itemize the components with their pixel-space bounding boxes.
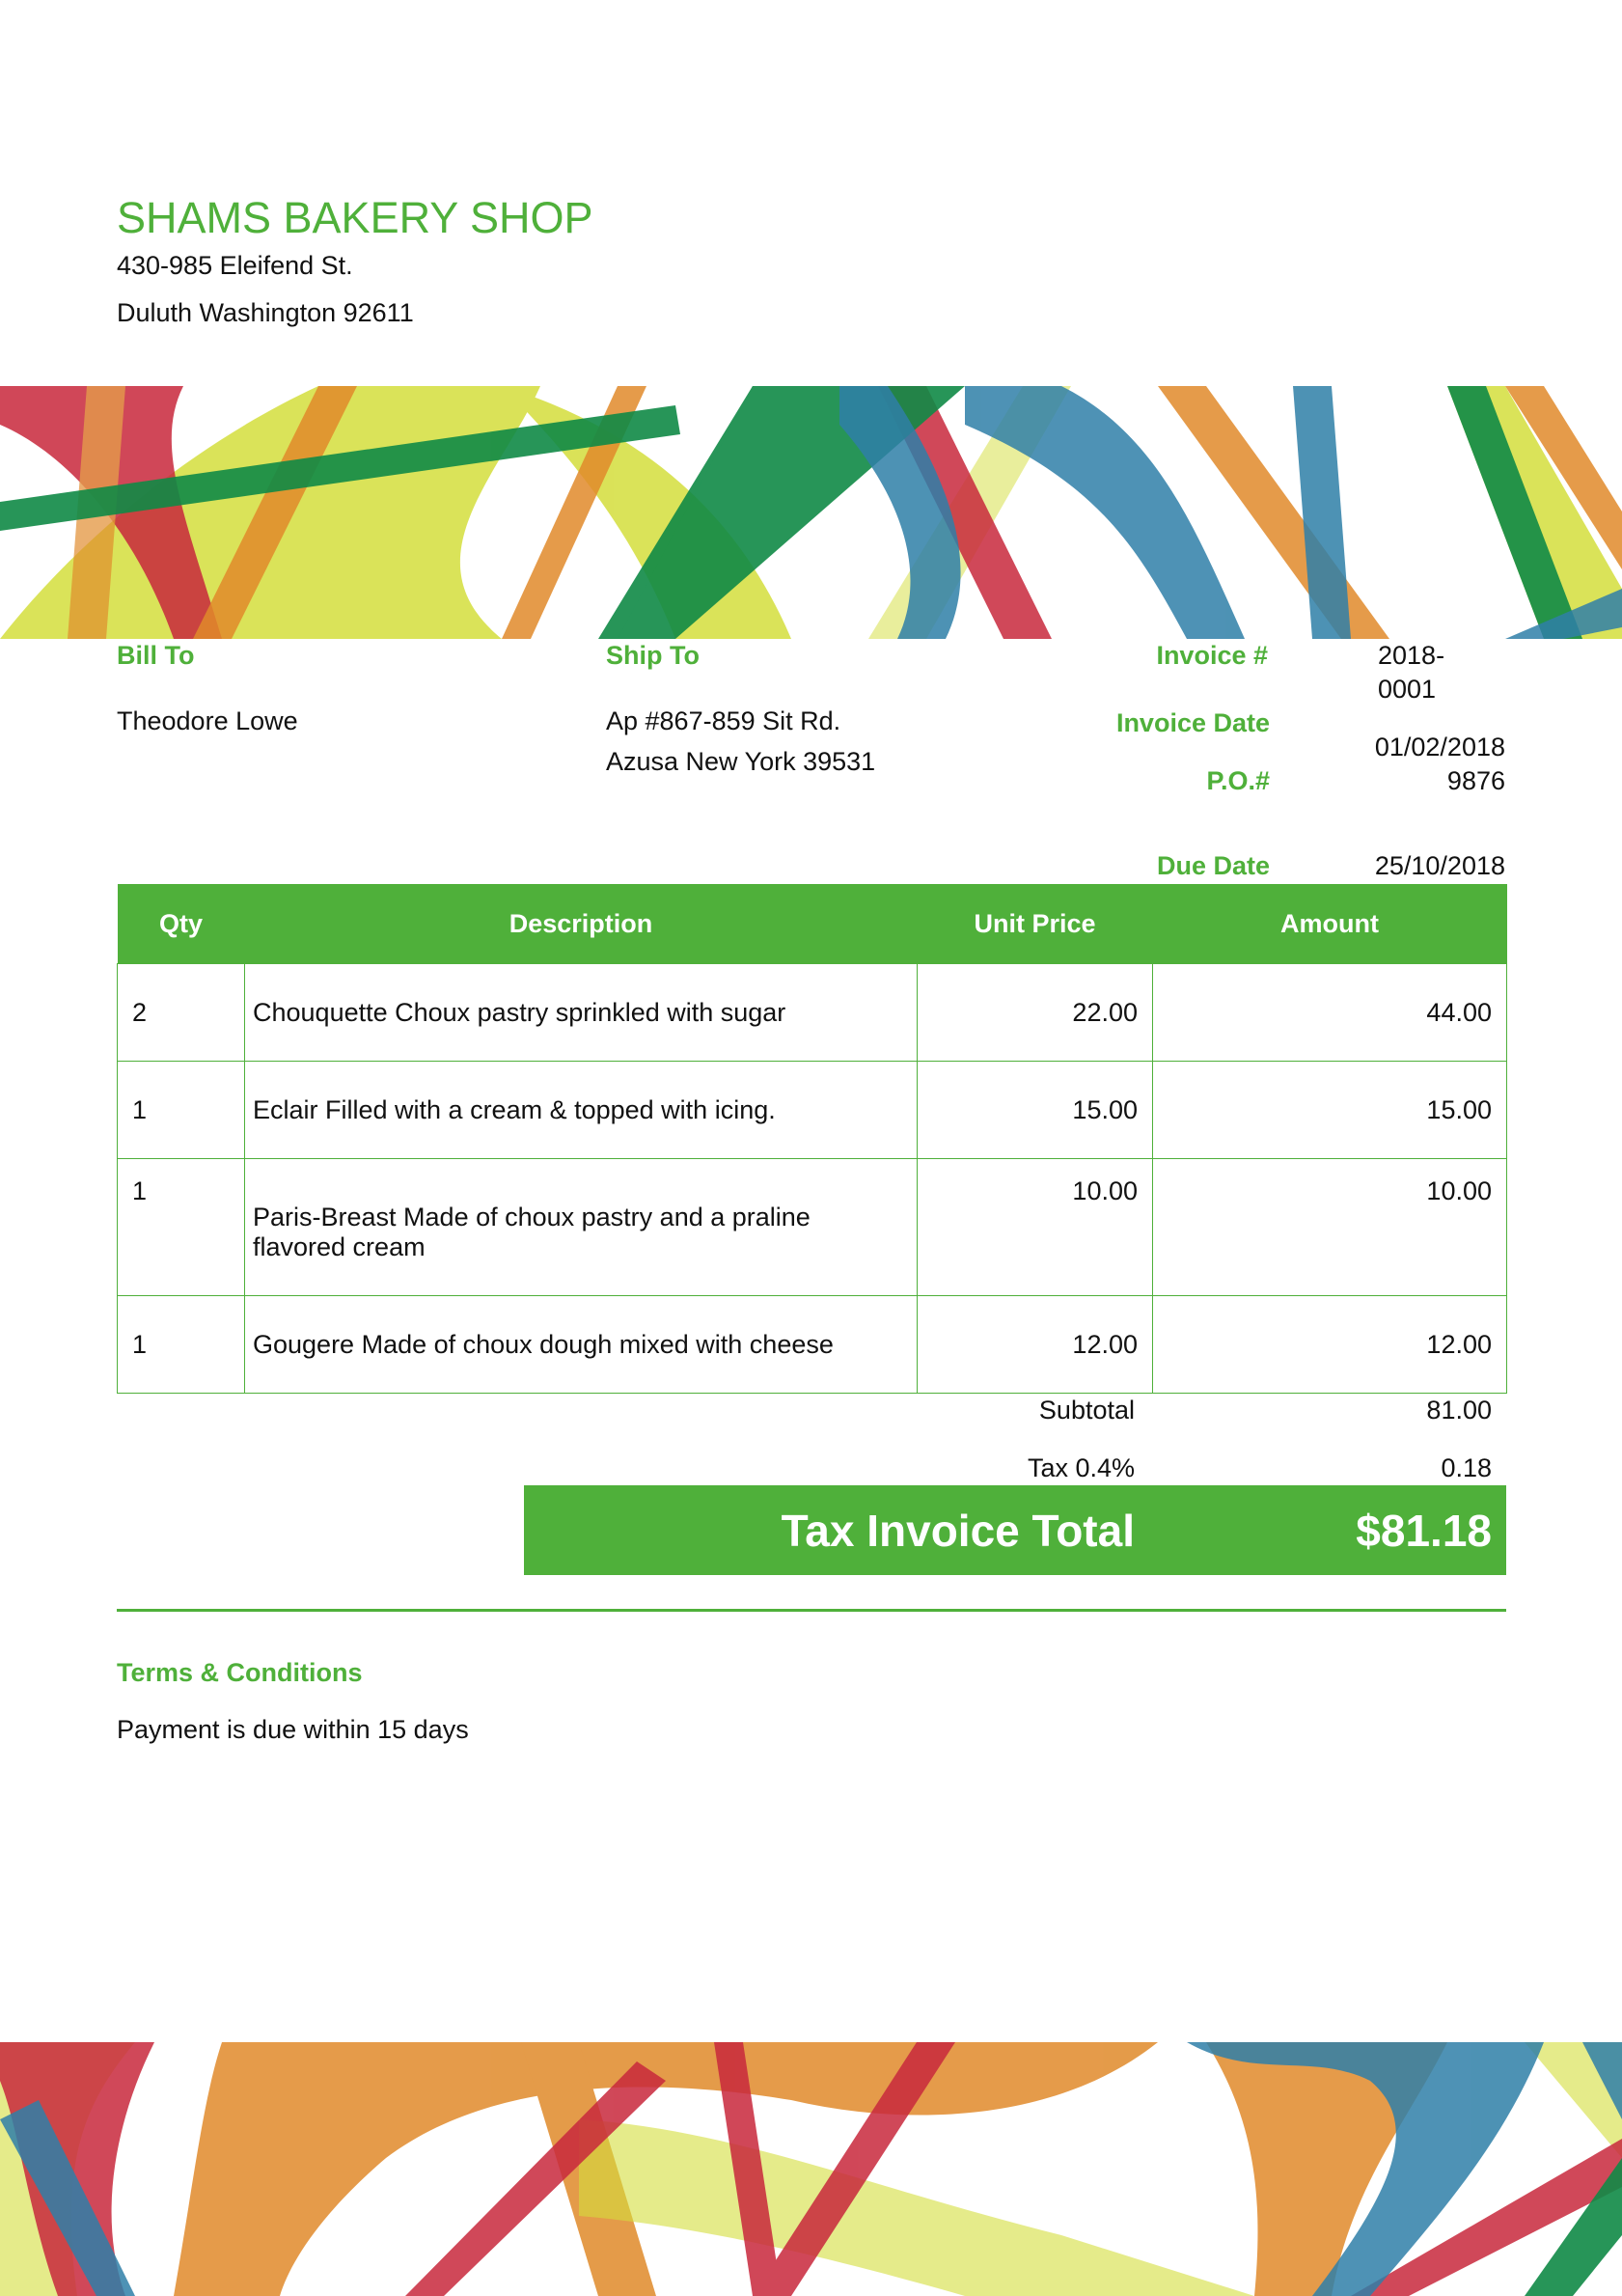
row-unit-price: 22.00 (917, 963, 1153, 1062)
row-amount: 12.00 (1152, 1295, 1507, 1394)
header-qty: Qty (117, 884, 245, 964)
row-qty: 2 (117, 963, 245, 1062)
company-address-line2: Duluth Washington 92611 (117, 298, 414, 327)
terms-text: Payment is due within 15 days (117, 1715, 469, 1744)
terms-label: Terms & Conditions (117, 1658, 363, 1687)
table-row: 2 Chouquette Choux pastry sprinkled with… (117, 963, 1507, 1062)
due-date-value: 25/10/2018 (1374, 851, 1505, 880)
top-decorative-band (0, 386, 1622, 639)
total-bar: Tax Invoice Total $81.18 (524, 1485, 1506, 1575)
ship-to-label: Ship To (606, 641, 700, 670)
subtotal-value: 81.00 (1426, 1396, 1492, 1425)
row-unit-price: 15.00 (917, 1061, 1153, 1159)
company-address-line1: 430-985 Eleifend St. (117, 251, 353, 280)
table-header-row: Qty Description Unit Price Amount (117, 884, 1507, 964)
row-description: Chouquette Choux pastry sprinkled with s… (244, 963, 918, 1062)
row-qty: 1 (117, 1061, 245, 1159)
table-row: 1 Eclair Filled with a cream & topped wi… (117, 1061, 1507, 1159)
po-value: 9876 (1446, 766, 1505, 795)
bill-to-label: Bill To (117, 641, 195, 670)
po-label: P.O.# (1206, 766, 1270, 795)
items-table: Qty Description Unit Price Amount 2 Chou… (117, 884, 1507, 1394)
header-amount: Amount (1152, 884, 1507, 964)
row-qty: 1 (117, 1295, 245, 1394)
table-row: 1 Paris-Breast Made of choux pastry and … (117, 1158, 1507, 1296)
tax-value: 0.18 (1441, 1453, 1492, 1482)
header-description: Description (244, 884, 918, 964)
bill-to-name: Theodore Lowe (117, 706, 298, 735)
ship-to-line2: Azusa New York 39531 (606, 747, 876, 776)
total-value: $81.18 (1356, 1506, 1492, 1556)
invoice-number-line2: 0001 (1378, 675, 1437, 704)
row-unit-price: 10.00 (917, 1158, 1153, 1296)
row-amount: 44.00 (1152, 963, 1507, 1062)
table-row: 1 Gougere Made of choux dough mixed with… (117, 1295, 1507, 1394)
invoice-date-label: Invoice Date (1115, 708, 1270, 737)
row-amount: 10.00 (1152, 1158, 1507, 1296)
tax-label: Tax 0.4% (1027, 1453, 1135, 1482)
bottom-decorative-band (0, 2042, 1622, 2296)
subtotal-label: Subtotal (1038, 1396, 1135, 1425)
ship-to-line1: Ap #867-859 Sit Rd. (606, 706, 841, 735)
row-qty: 1 (117, 1158, 245, 1296)
row-unit-price: 12.00 (917, 1295, 1153, 1394)
invoice-date-value: 01/02/2018 (1374, 733, 1505, 761)
invoice-number-line1: 2018- (1378, 641, 1445, 670)
due-date-label: Due Date (1156, 851, 1270, 880)
header-unit-price: Unit Price (917, 884, 1153, 964)
row-description: Gougere Made of choux dough mixed with c… (244, 1295, 918, 1394)
total-label: Tax Invoice Total (781, 1506, 1135, 1556)
row-description: Eclair Filled with a cream & topped with… (244, 1061, 918, 1159)
row-amount: 15.00 (1152, 1061, 1507, 1159)
invoice-number-label: Invoice # (1156, 641, 1268, 670)
company-name: SHAMS BAKERY SHOP (117, 193, 593, 242)
divider-line (117, 1609, 1506, 1612)
row-description: Paris-Breast Made of choux pastry and a … (244, 1158, 918, 1296)
